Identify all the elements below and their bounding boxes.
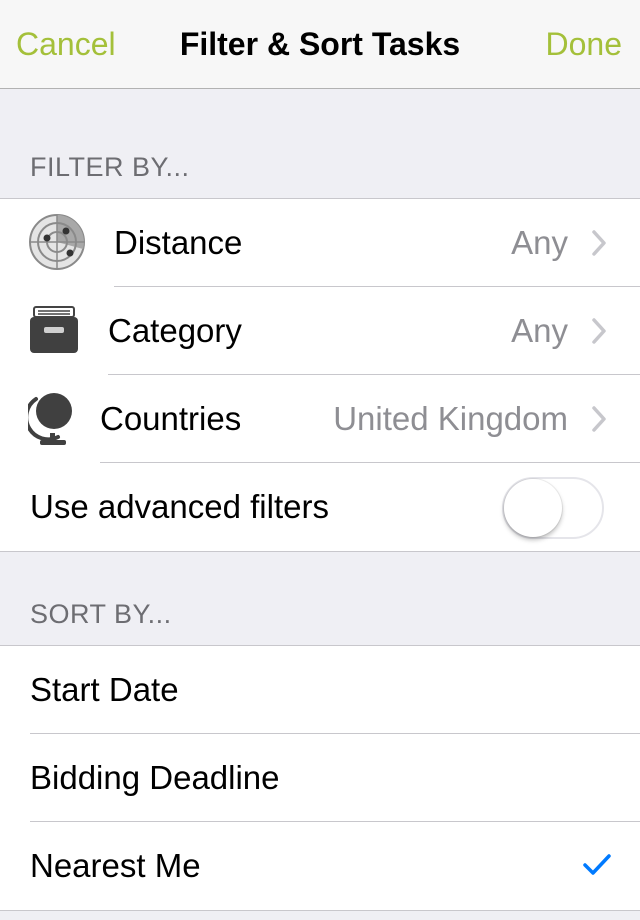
filter-section-header: FILTER BY... — [30, 152, 190, 182]
done-button[interactable]: Done — [546, 26, 623, 63]
countries-value: United Kingdom — [333, 400, 568, 437]
category-label: Category — [108, 312, 242, 349]
countries-label: Countries — [100, 400, 242, 437]
category-value: Any — [511, 312, 568, 349]
toggle-knob — [504, 479, 562, 537]
start-date-label: Start Date — [30, 671, 179, 708]
nearest-me-label: Nearest Me — [30, 847, 201, 884]
globe-icon — [24, 389, 86, 447]
filter-row-advanced: Use advanced filters — [0, 463, 640, 551]
archive-box-icon — [28, 305, 86, 363]
distance-value: Any — [511, 224, 568, 261]
filter-group: Distance Any Category Any Countries Unit… — [0, 198, 640, 552]
filter-row-countries[interactable]: Countries United Kingdom — [0, 375, 640, 463]
filter-row-distance[interactable]: Distance Any — [0, 199, 640, 287]
advanced-filters-label: Use advanced filters — [30, 488, 329, 525]
filter-row-category[interactable]: Category Any — [0, 287, 640, 375]
sort-row-start-date[interactable]: Start Date — [0, 646, 640, 734]
chevron-right-icon — [590, 228, 610, 258]
bidding-deadline-label: Bidding Deadline — [30, 759, 280, 796]
chevron-right-icon — [590, 316, 610, 346]
sort-row-bidding-deadline[interactable]: Bidding Deadline — [0, 734, 640, 822]
sort-section-header: SORT BY... — [30, 599, 172, 629]
checkmark-icon — [582, 852, 612, 878]
radar-icon — [28, 213, 86, 271]
navigation-bar: Cancel Filter & Sort Tasks Done — [0, 0, 640, 89]
advanced-filters-toggle[interactable] — [502, 477, 604, 539]
sort-row-nearest-me[interactable]: Nearest Me — [0, 822, 640, 910]
chevron-right-icon — [590, 404, 610, 434]
sort-group: Start Date Bidding Deadline Nearest Me — [0, 645, 640, 911]
distance-label: Distance — [114, 224, 243, 261]
cancel-button[interactable]: Cancel — [16, 26, 116, 63]
